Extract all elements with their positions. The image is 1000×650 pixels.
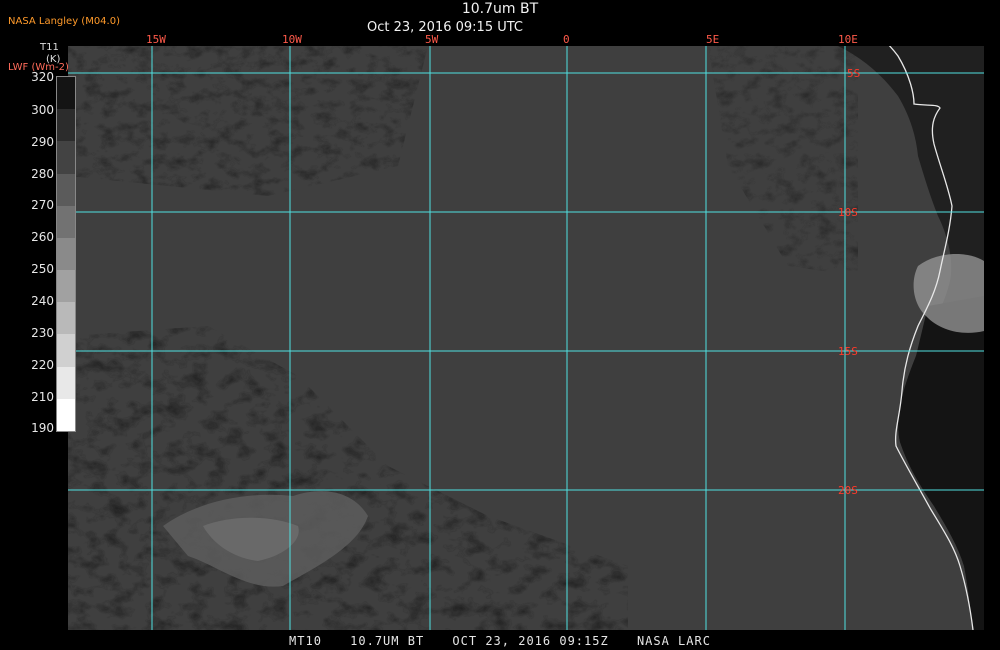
colorbar-tick: 300 bbox=[31, 103, 54, 117]
colorbar-tick: 190 bbox=[31, 421, 54, 435]
lon-label-5w: 5W bbox=[425, 33, 439, 46]
lat-label-20s: 20S bbox=[838, 484, 858, 497]
colorbar-tick: 270 bbox=[31, 198, 54, 212]
footer-source: NASA LARC bbox=[636, 634, 711, 648]
lat-label-5s: 5S bbox=[847, 67, 861, 80]
lon-label-10e: 10E bbox=[838, 33, 858, 46]
colorbar-step bbox=[57, 109, 75, 142]
colorbar-step bbox=[57, 398, 75, 432]
footer-channel: 10.7UM BT bbox=[350, 634, 425, 648]
colorbar-tick: 260 bbox=[31, 230, 54, 244]
satellite-map[interactable] bbox=[68, 46, 984, 630]
colorbar-tick: 290 bbox=[31, 135, 54, 149]
footer-datetime: OCT 23, 2016 09:15Z bbox=[452, 634, 609, 648]
colorbar-step bbox=[57, 141, 75, 175]
colorbar-step bbox=[57, 173, 75, 207]
colorbar-step bbox=[57, 302, 75, 335]
colorbar-step bbox=[57, 205, 75, 239]
lat-label-10s: 10S bbox=[838, 206, 858, 219]
map-title: 10.7um BT bbox=[461, 1, 539, 17]
colorbar-tick: 250 bbox=[31, 262, 54, 276]
colorbar-step bbox=[57, 77, 75, 110]
footer-caption: MT10 10.7UM BT OCT 23, 2016 09:15Z NASA … bbox=[0, 634, 1000, 648]
colorbar-tick: 230 bbox=[31, 326, 54, 340]
colorbar-tick: 220 bbox=[31, 358, 54, 372]
colorbar-tick: 210 bbox=[31, 390, 54, 404]
lat-label-15s: 15S bbox=[838, 345, 858, 358]
colorbar-label: T11 bbox=[40, 42, 59, 53]
colorbar-tick: 320 bbox=[31, 70, 54, 84]
colorbar-step bbox=[57, 237, 75, 271]
lon-label-10w: 10W bbox=[282, 33, 302, 46]
colorbar-step bbox=[57, 334, 75, 368]
lon-label-5e: 5E bbox=[706, 33, 720, 46]
footer-product: MT10 bbox=[289, 634, 322, 648]
colorbar bbox=[56, 76, 76, 432]
map-subtitle: Oct 23, 2016 09:15 UTC bbox=[367, 20, 523, 35]
colorbar-tick: 280 bbox=[31, 167, 54, 181]
brand-label: NASA Langley (M04.0) bbox=[8, 16, 120, 27]
lon-label-15w: 15W bbox=[146, 33, 166, 46]
colorbar-step bbox=[57, 270, 75, 303]
colorbar-tick: 240 bbox=[31, 294, 54, 308]
lon-label-0: 0 bbox=[563, 33, 570, 46]
colorbar-step bbox=[57, 366, 75, 400]
